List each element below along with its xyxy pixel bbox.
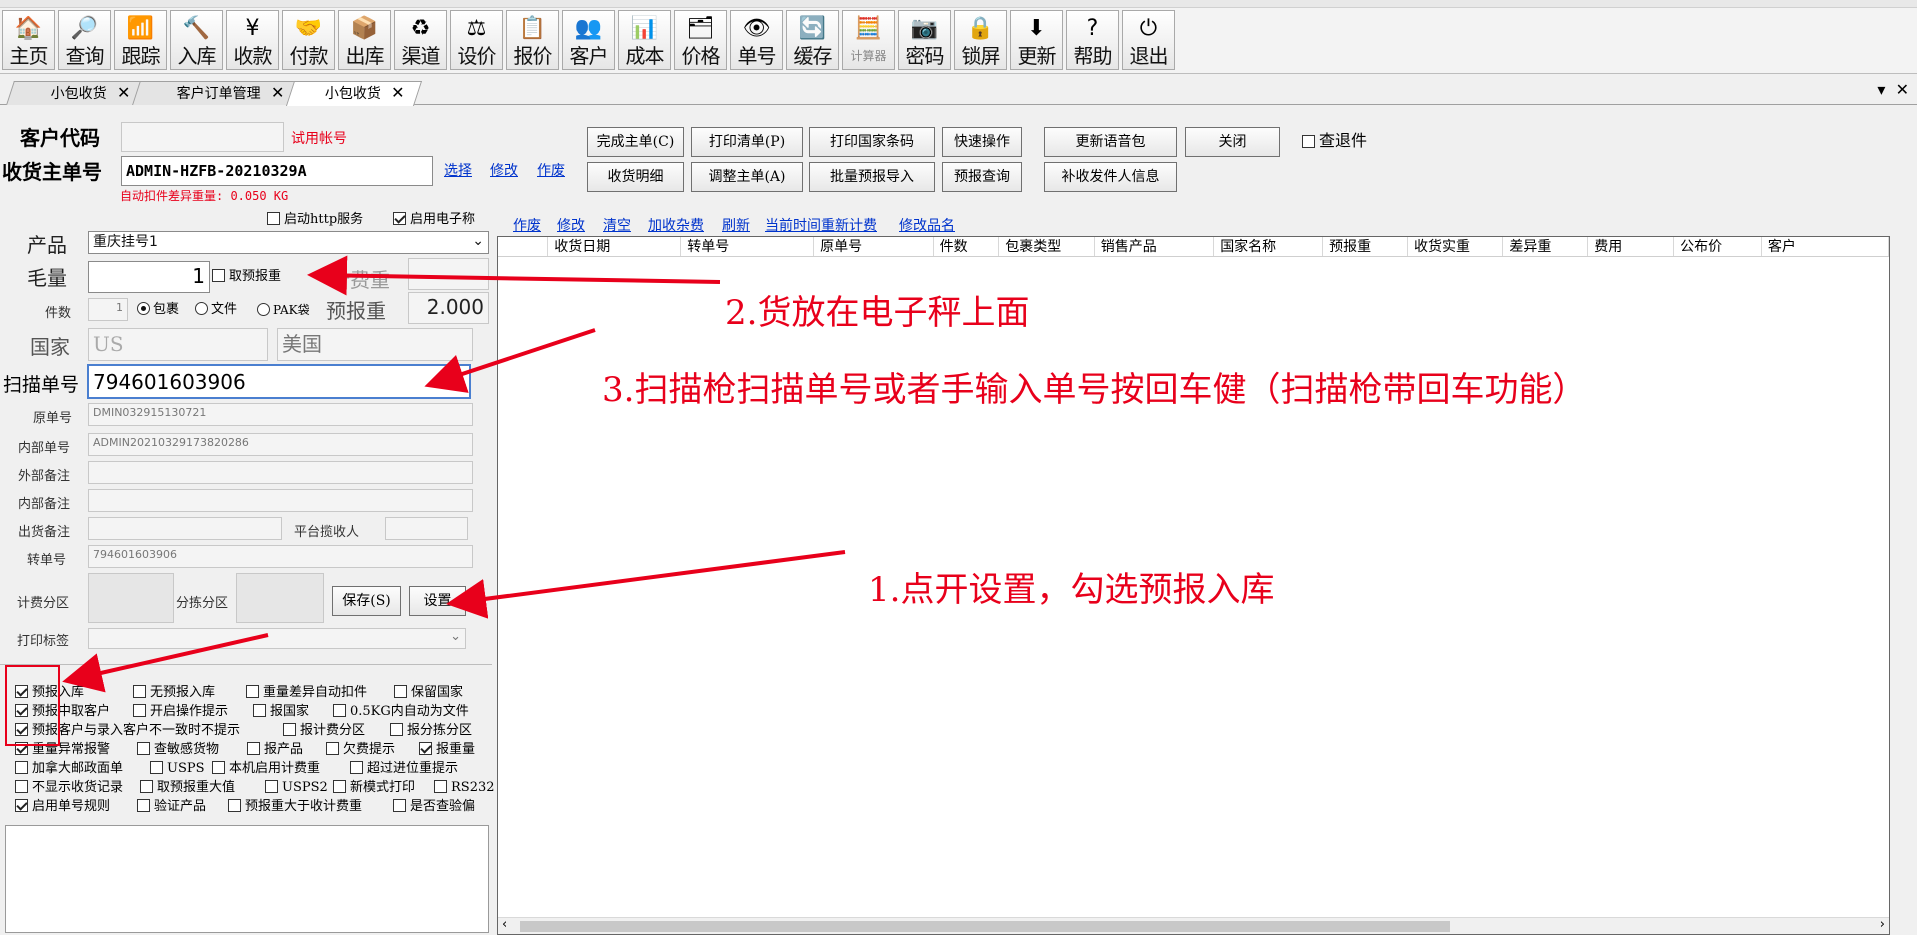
arrow-to-settings — [446, 550, 846, 619]
annotation-arrows — [62, 255, 846, 693]
arrow-to-forecast-checkbox — [62, 633, 269, 693]
arrow-to-gross-weight — [307, 255, 721, 296]
app-window: 🏠 主页 🔎 查询 📶 跟踪 🔨 入库 ¥ 收款 🤝 付款 📦 出库 ♻ 渠道 ⚖ 设价 📋 报价 👥 客户 📊 成本 🗂 价格 👁… — [0, 0, 1917, 935]
arrow-to-scan-input — [424, 328, 596, 393]
